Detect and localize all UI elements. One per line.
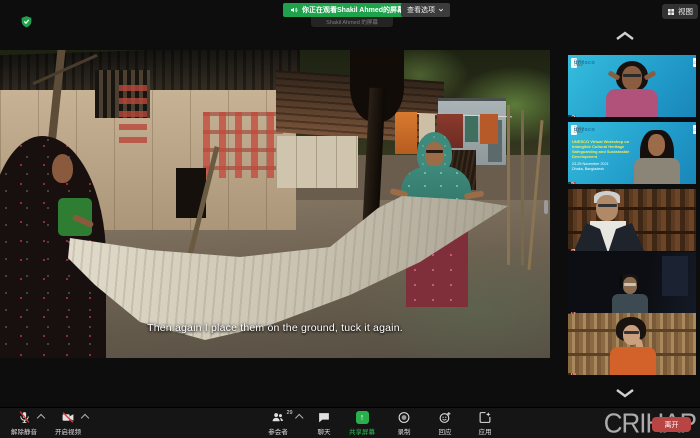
hanging-cloth-teal (465, 116, 478, 142)
participants-label: 参会者 (268, 426, 288, 436)
participants-count-badge: 29 (287, 410, 293, 416)
participant-tile[interactable]: unesco Dhaka Office CRIHAP UNESCO Virtua… (568, 122, 696, 184)
wall-print-pattern (119, 85, 147, 143)
participant-name-label: Kizzy Tahnin (568, 182, 576, 184)
scrollbar-handle[interactable] (544, 200, 548, 214)
participant-name: Surobi Protyoee (571, 115, 576, 117)
dark-window (662, 256, 688, 296)
participant-tile[interactable]: Dr Sydur Rahman Lipon (568, 252, 696, 314)
participant-name: Kizzy Tahnin (571, 182, 576, 184)
meeting-toolbar: 解除静音 开启视频 29 参会者 (0, 407, 700, 438)
chevron-up-icon[interactable] (81, 414, 89, 422)
participant-face (623, 277, 637, 294)
bamboo-pole (521, 110, 524, 265)
participant-name-label: Surobi Protyoee (568, 115, 576, 117)
left-woman-face (52, 154, 73, 183)
start-video-button[interactable]: 开启视频 (55, 411, 81, 436)
apps-label: 应用 (479, 426, 492, 436)
record-icon (398, 411, 411, 424)
participant-body (634, 158, 680, 184)
hanging-cloth-rust (480, 114, 498, 144)
record-label: 录制 (398, 426, 411, 436)
leave-meeting-button[interactable]: 离开 (652, 417, 691, 432)
view-options-label: 查看选项 (407, 5, 435, 15)
share-screen-icon: ↑ (356, 411, 369, 424)
right-house-tarp (276, 136, 358, 188)
security-shield-icon[interactable] (20, 15, 33, 28)
unesco-office-text: Dhaka Office (574, 59, 584, 67)
bookshelf (568, 207, 696, 210)
banner-text: 你正在观看Shakil Ahmed的屏幕 (302, 5, 404, 15)
participant-tile[interactable]: Rabiul Islam, Bangladesh Folk Art... (568, 189, 696, 251)
hanging-cloth-orange (395, 112, 417, 154)
share-screen-label: 共享屏幕 (349, 426, 375, 436)
crihap-logo: CRIHAP (693, 58, 696, 67)
grid-icon (667, 8, 675, 16)
participant-glasses (624, 331, 639, 334)
screen-watch-banner: 你正在观看Shakil Ahmed的屏幕 (283, 3, 411, 17)
speaker-icon (290, 6, 298, 14)
view-layout-button[interactable]: 视图 (662, 4, 698, 19)
clipped-share-notice: Shakil Ahmed 的屏幕 (311, 17, 393, 27)
crihap-logo: CRIHAP (693, 125, 696, 134)
unesco-office-text: Dhaka Office (574, 126, 584, 134)
camera-muted-icon (61, 411, 75, 424)
participant-name: Dr Sydur Rahman Lipon (571, 312, 576, 314)
participant-tile[interactable]: unesco Dhaka Office CRIHAP Surobi Protyo… (568, 55, 696, 117)
chat-icon (318, 411, 331, 424)
participant-glasses (623, 74, 641, 77)
chat-button[interactable]: 聊天 (318, 411, 331, 436)
workshop-title-text: UNESCO Virtual Workshop on Intangible Cu… (572, 139, 632, 159)
unmute-label: 解除静音 (11, 426, 37, 436)
participant-body (610, 347, 656, 375)
mic-muted-icon (18, 411, 31, 424)
unesco-logo: unesco Dhaka Office (571, 125, 577, 135)
view-options-button[interactable]: 查看选项 (401, 3, 450, 17)
right-woman-glasses (426, 150, 443, 153)
reactions-button[interactable]: 回应 (439, 411, 452, 436)
participant-body (606, 89, 658, 117)
participant-headphones (619, 276, 623, 288)
view-button-label: 视图 (678, 6, 693, 17)
zoom-meeting-window: 你正在观看Shakil Ahmed的屏幕 查看选项 Shakil Ahmed 的… (0, 0, 700, 438)
wall-print-pattern (203, 112, 283, 178)
participant-body (612, 294, 648, 314)
thumbnails-scroll-down-icon[interactable] (615, 388, 635, 399)
clipped-share-notice-text: Shakil Ahmed 的屏幕 (326, 18, 378, 26)
unmute-button[interactable]: 解除静音 (11, 411, 37, 436)
chat-label: 聊天 (318, 426, 331, 436)
participant-name-label: Dr Sydur Rahman Lipon (568, 312, 576, 314)
participant-name-label: norikoaikawa (568, 373, 576, 375)
video-subtitle: Then again I place them on the ground, t… (0, 322, 550, 334)
participant-name: Rabiul Islam, Bangladesh Folk Art... (571, 249, 576, 251)
reactions-label: 回应 (439, 426, 452, 436)
chevron-down-icon (438, 7, 444, 13)
participant-tile[interactable]: norikoaikawa (568, 313, 696, 375)
workshop-date-text: 23-25 November 2021 Dhaka, Bangladesh (572, 162, 632, 167)
record-button[interactable]: 录制 (398, 411, 411, 436)
participant-glasses (624, 283, 636, 286)
participant-glasses (598, 204, 617, 207)
participant-face (622, 66, 642, 90)
chevron-up-icon[interactable] (295, 414, 303, 422)
share-screen-button[interactable]: ↑ 共享屏幕 (349, 411, 375, 436)
participant-name: norikoaikawa (571, 373, 576, 375)
chevron-up-icon[interactable] (36, 414, 44, 422)
reactions-icon (439, 411, 452, 424)
shared-screen-video: Then again I place them on the ground, t… (0, 50, 550, 358)
participants-icon (271, 411, 286, 424)
apps-button[interactable]: 应用 (479, 411, 492, 436)
right-woman-face (425, 142, 444, 167)
participant-face (648, 134, 665, 156)
thumbnails-scroll-up-icon[interactable] (615, 30, 635, 41)
unesco-logo: unesco Dhaka Office (571, 58, 577, 68)
participant-face (596, 195, 618, 221)
participants-button[interactable]: 29 参会者 (268, 411, 288, 436)
participant-name-label: Rabiul Islam, Bangladesh Folk Art... (568, 249, 576, 251)
apps-icon (479, 411, 492, 424)
workshop-location: Dhaka, Bangladesh (572, 167, 604, 172)
start-video-label: 开启视频 (55, 426, 81, 436)
bamboo-pole (507, 105, 510, 265)
